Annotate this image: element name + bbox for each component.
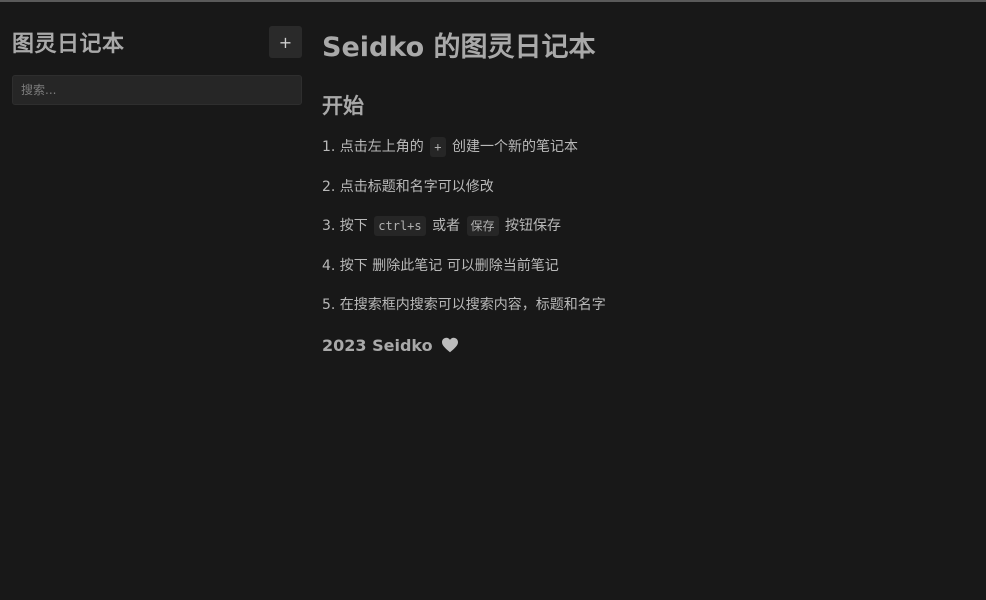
step-5: 5. 在搜索框内搜索可以搜索内容，标题和名字	[322, 297, 606, 313]
add-notebook-button[interactable]: +	[269, 26, 302, 58]
sidebar-header: 图灵日记本 +	[12, 26, 302, 58]
sidebar: 图灵日记本 +	[12, 26, 302, 105]
step-2: 2. 点击标题和名字可以修改	[322, 178, 494, 195]
step-1: 1. 点击左上角的 + 创建一个新的笔记本	[322, 136, 962, 158]
search-input[interactable]	[12, 75, 302, 105]
steps-list: 1. 点击左上角的 + 创建一个新的笔记本 2. 点击标题和名字可以修改 3. …	[322, 136, 962, 316]
step-3-prefix: 3. 按下	[322, 218, 368, 234]
code-plus: +	[430, 137, 446, 157]
section-title: 开始	[322, 94, 364, 118]
app-title[interactable]: 图灵日记本	[12, 26, 125, 58]
page-title[interactable]: Seidko 的图灵日记本	[322, 28, 962, 68]
step-3-suffix: 按钮保存	[505, 218, 561, 234]
footer: 2023 Seidko	[322, 334, 962, 358]
heart-icon	[441, 336, 459, 360]
code-save: 保存	[466, 216, 499, 236]
code-ctrl-s: ctrl+s	[374, 216, 426, 236]
main-content: Seidko 的图灵日记本 开始 1. 点击左上角的 + 创建一个新的笔记本 2…	[322, 28, 962, 358]
step-3: 3. 按下 ctrl+s 或者 保存 按钮保存	[322, 215, 962, 237]
step-4: 4. 按下 删除此笔记 可以删除当前笔记	[322, 257, 559, 274]
step-3-middle: 或者	[432, 218, 461, 234]
step-1-suffix: 创建一个新的笔记本	[451, 139, 578, 155]
window-top-border	[0, 0, 986, 2]
footer-text: 2023 Seidko	[322, 335, 433, 355]
step-1-prefix: 1. 点击左上角的	[322, 139, 424, 155]
